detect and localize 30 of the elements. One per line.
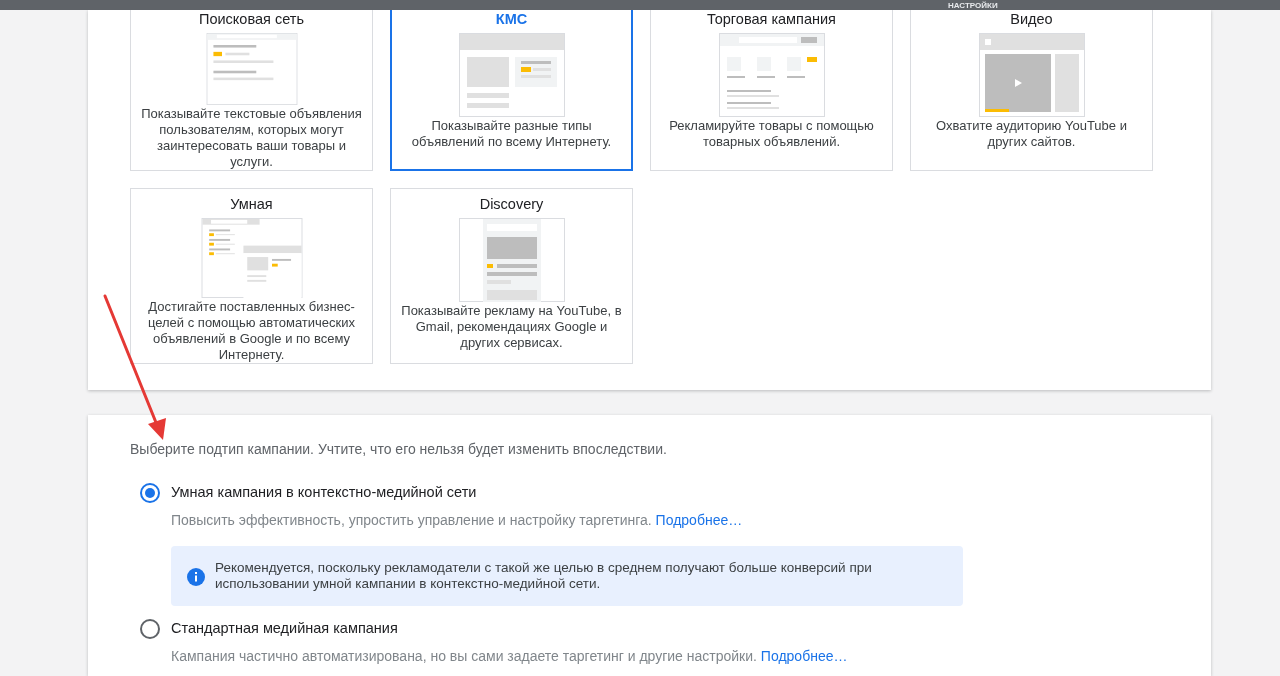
- card-title: КМС: [495, 10, 528, 28]
- settings-label[interactable]: НАСТРОЙКИ: [948, 1, 998, 10]
- card-title: Умная: [230, 195, 273, 213]
- card-description: Охватите аудиторию YouTube и других сайтов.: [935, 118, 1128, 150]
- card-description: Рекламируйте товары с помощью товарных объявлений.: [668, 118, 875, 150]
- more-link[interactable]: Подробнее…: [760, 647, 848, 664]
- radio-button[interactable]: [140, 618, 160, 639]
- campaign-type-card[interactable]: Поисковая сеть Показывайте текстовые объявления пользователям, которых могут заинтересовать ваши товары и услуги.: [130, 10, 373, 171]
- card-title: Discovery: [479, 195, 544, 213]
- card-description: Достигайте поставленных бизнес-целей с помощью автоматических объявлений в Google и по всему Интернету.: [146, 299, 357, 363]
- option-label[interactable]: Стандартная медийная кампания: [171, 617, 398, 640]
- option-description: Повысить эффективность, упростить управление и настройку таргетинга. Подробнее…: [171, 510, 744, 530]
- note-text: Рекомендуется, поскольку рекламодатели с такой же целью в среднем получают больше конверсий при использовании умной кампании в контекстно-медийной сети.: [215, 559, 873, 592]
- more-link[interactable]: Подробнее…: [655, 511, 743, 528]
- card-description: Показывайте разные типы объявлений по всему Интернету.: [410, 118, 613, 150]
- option-description: Кампания частично автоматизирована, но вы сами задаете таргетинг и другие настройки. Подробнее…: [171, 646, 849, 666]
- campaign-type-card[interactable]: КМС Показывайте разные типы объявлений по всему Интернету.: [390, 10, 633, 171]
- info-icon: [187, 567, 205, 586]
- radio-button[interactable]: [140, 482, 160, 503]
- card-description: Показывайте рекламу на YouTube, в Gmail, рекомендациях Google и других сервисах.: [400, 303, 623, 351]
- card-title: Торговая кампания: [707, 10, 836, 28]
- campaign-type-card[interactable]: Торговая кампания Рекламируйте товары с помощью товарных объявлений.: [650, 10, 893, 171]
- campaign-type-card[interactable]: Видео Охватите аудиторию YouTube и других сайтов.: [910, 10, 1153, 171]
- campaign-type-card[interactable]: Умная Достигайте поставленных бизнес-целей с помощью автоматических объявлений в Google и по всему Интернету.: [130, 188, 373, 364]
- card-title: Поисковая сеть: [199, 10, 304, 28]
- card-title: Видео: [1010, 10, 1053, 28]
- subtype-prompt: Выберите подтип кампании. Учтите, что его нельзя будет изменить впоследствии.: [130, 440, 668, 459]
- campaign-type-card[interactable]: Discovery Показывайте рекламу на YouTube, в Gmail, рекомендациях Google и других сервисах.: [390, 188, 633, 364]
- option-label[interactable]: Умная кампания в контекстно-медийной сети: [171, 482, 477, 504]
- card-description: Показывайте текстовые объявления пользователям, которых могут заинтересовать ваши товары и услуги.: [140, 106, 363, 170]
